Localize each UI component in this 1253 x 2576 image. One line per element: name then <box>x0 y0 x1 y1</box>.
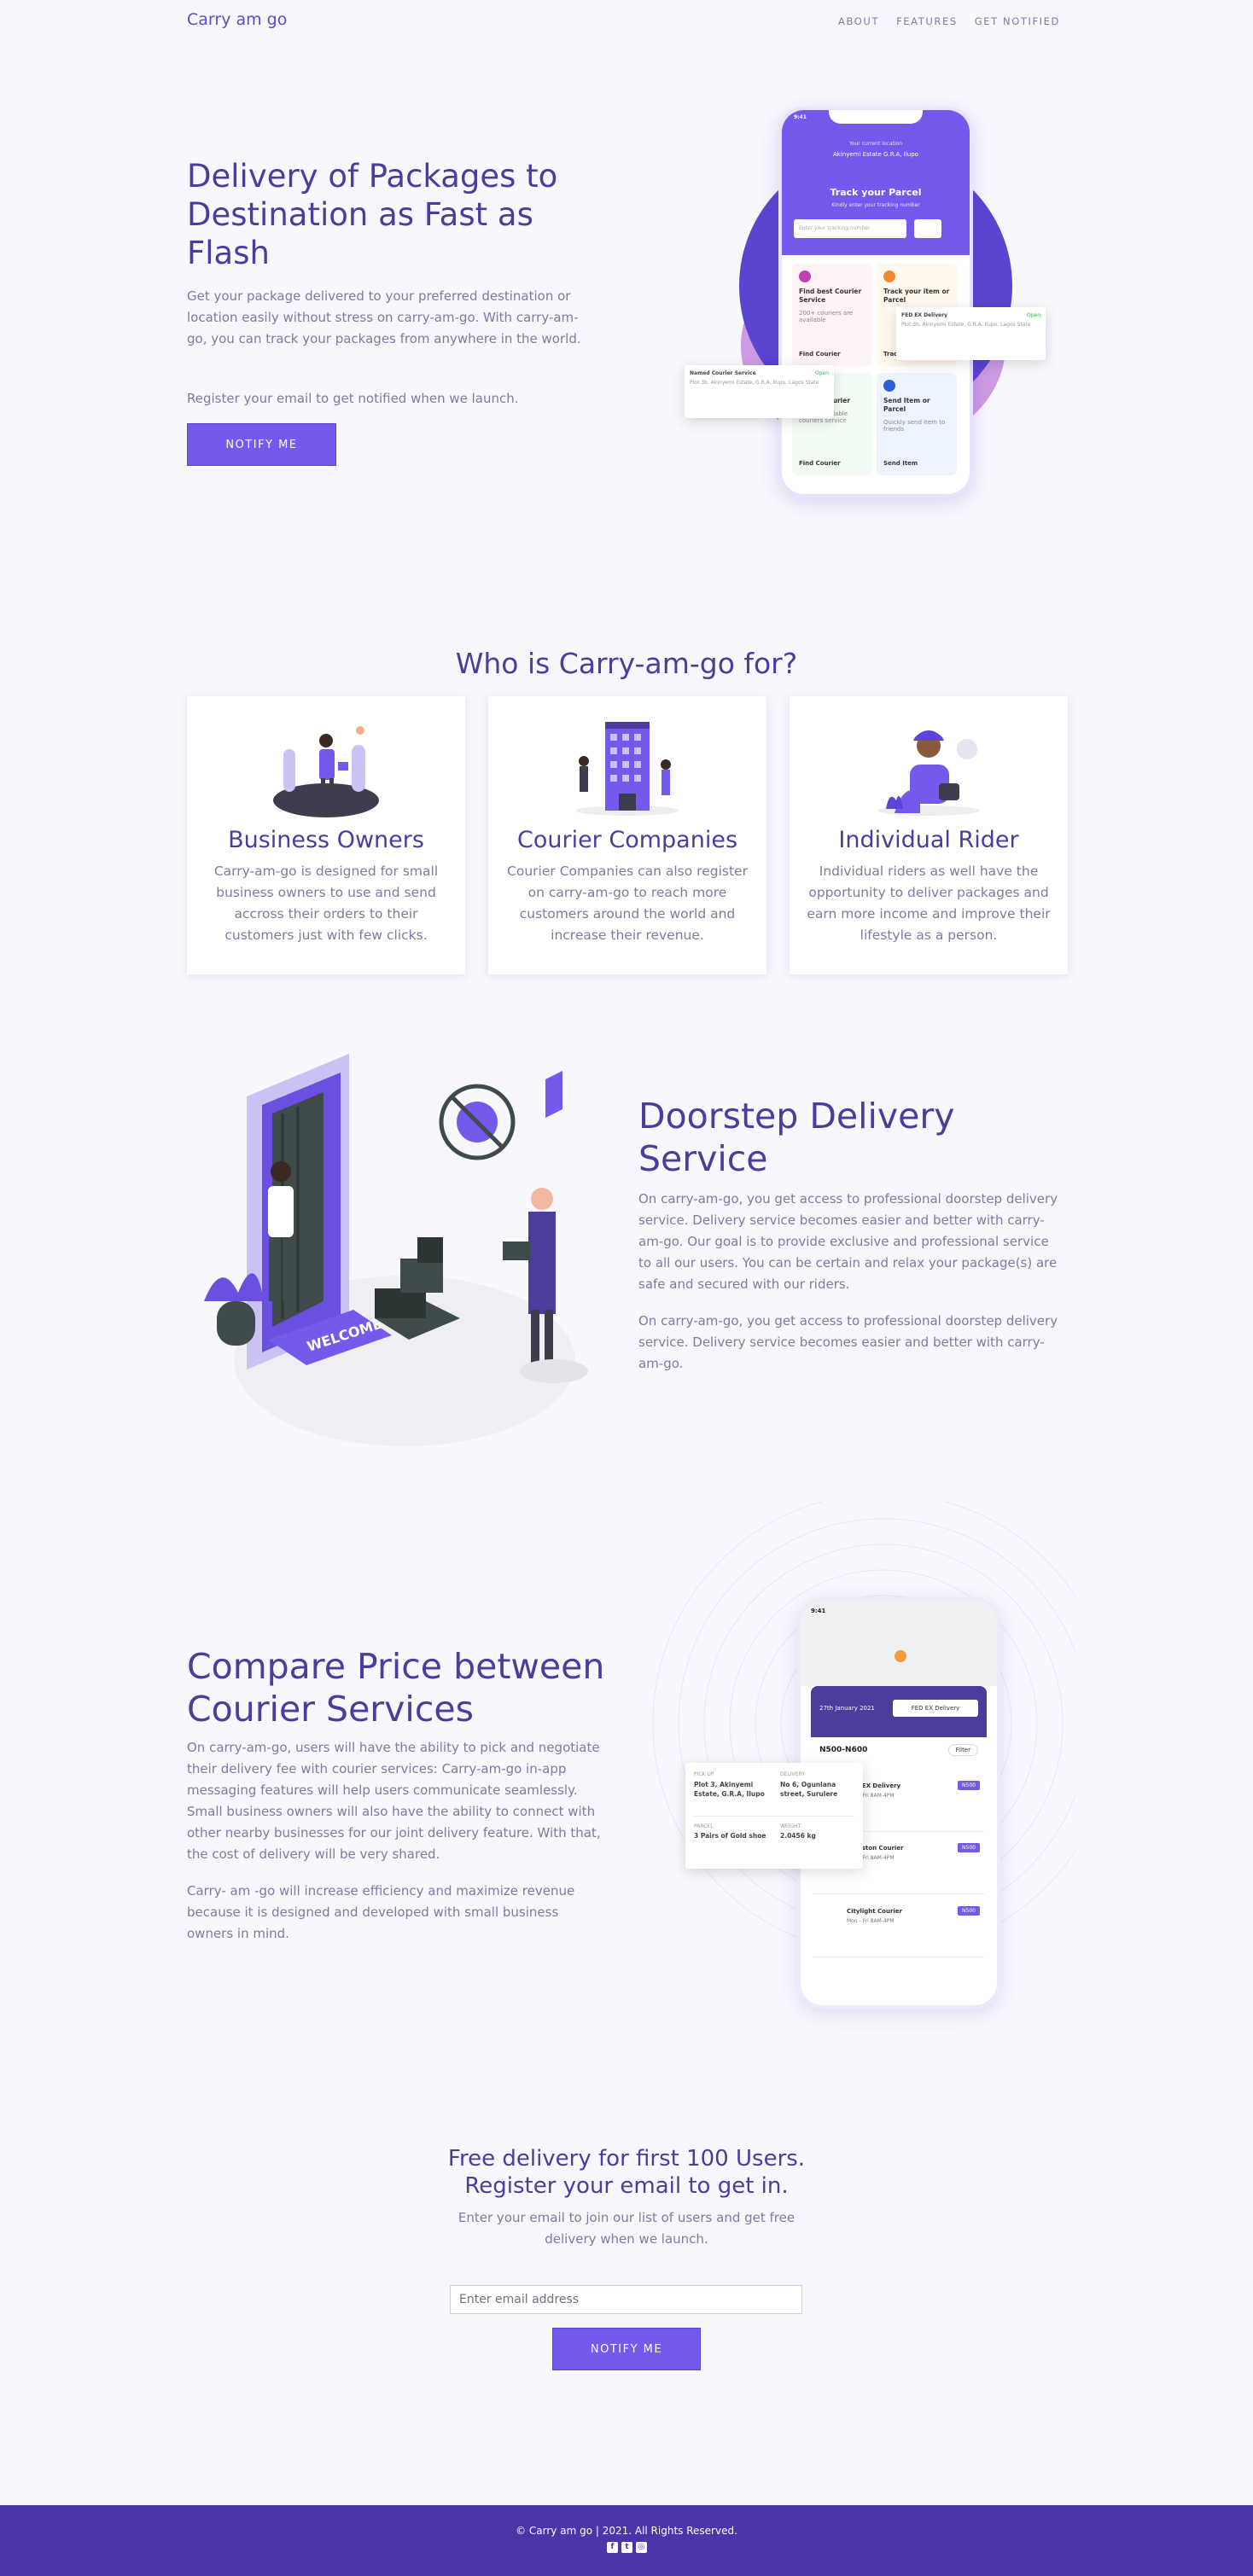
signup-subtext: Enter your email to join our list of use… <box>457 2210 796 2247</box>
instagram-icon[interactable]: ◎ <box>636 2542 647 2553</box>
service-selector: 27th January 2021 FED EX Delivery <box>811 1686 987 1737</box>
courier-card-named: Named Courier Service Open Plot 3b, Akin… <box>685 365 834 418</box>
map-view: 9:41 <box>801 1601 997 1686</box>
phone-time: 9:41 <box>794 114 807 120</box>
card-individual-rider: Individual Rider Individual riders as we… <box>790 696 1068 974</box>
doorstep-paragraph-2: On carry-am-go, you get access to profes… <box>638 1313 1058 1371</box>
card-title: Courier Companies <box>516 827 738 853</box>
nav-about[interactable]: ABOUT <box>838 15 879 27</box>
card-text: Individual riders as well have the oppor… <box>807 864 1051 943</box>
card-title: Individual Rider <box>838 827 1019 853</box>
phone-tracking-input: Enter your tracking number <box>794 219 906 238</box>
filter-button: Filter <box>947 1744 978 1756</box>
phone-subtitle: Kindly enter your tracking number <box>831 202 920 208</box>
signup-title-line-2: Register your email to get in. <box>464 2173 789 2199</box>
signup-notify-button[interactable]: NOTIFY ME <box>552 2328 701 2370</box>
card-text: Carry-am-go is designed for small busine… <box>213 864 439 943</box>
rider-illustration <box>877 730 980 816</box>
card-courier-companies: Courier Companies Courier Companies can … <box>488 696 766 974</box>
delivery-detail-card: PICK UP Plot 3, Akinyemi Estate, G.R.A, … <box>685 1763 863 1869</box>
card-text: Courier Companies can also register on c… <box>507 864 748 943</box>
phone-location: Akinyemi Estate G.R.A, Ilupo <box>833 151 918 158</box>
courier-card-fedex: FED EX Delivery Open Plot 3b, Akinyemi E… <box>896 307 1046 360</box>
courier-company-illustration <box>576 722 679 816</box>
card-title: Business Owners <box>228 827 424 853</box>
who-section-title: Who is Carry-am-go for? <box>455 647 798 680</box>
social-links: f t ◎ <box>607 2542 647 2553</box>
doorstep-delivery-illustration: WELCOME <box>204 1054 588 1446</box>
facebook-icon[interactable]: f <box>607 2542 618 2553</box>
doorstep-paragraph-1: On carry-am-go, you get access to profes… <box>638 1191 1058 1292</box>
twitter-icon[interactable]: t <box>621 2542 632 2553</box>
footer <box>0 2505 1253 2576</box>
brand-logo[interactable]: Carry am go <box>187 10 287 29</box>
signup-title: Free delivery for first 100 Users. Regis… <box>0 2145 1253 2200</box>
card-business-owners: Business Owners Carry-am-go is designed … <box>187 696 465 974</box>
hero-notify-button[interactable]: NOTIFY ME <box>187 423 336 466</box>
compare-title: Compare Price between Courier Services <box>187 1646 605 1730</box>
hero-title: Delivery of Packages to Destination as F… <box>187 158 558 271</box>
phone-title: Track your Parcel <box>830 187 922 198</box>
business-owner-illustration <box>273 726 379 817</box>
compare-paragraph-1: On carry-am-go, users will have the abil… <box>187 1740 601 1862</box>
email-input[interactable] <box>450 2285 802 2314</box>
main-nav: ABOUT FEATURES GET NOTIFIED <box>838 15 1060 27</box>
tile-send-item: Send Item or Parcel Quickly send item to… <box>877 373 957 475</box>
nav-get-notified[interactable]: GET NOTIFIED <box>975 15 1060 27</box>
map-pin-icon <box>895 1650 906 1662</box>
hero-phone-mockup: 9:41 Your current location Akinyemi Esta… <box>778 107 973 497</box>
tile-find-courier: Find best Courier Service 200+ couriers … <box>792 264 872 366</box>
price-range: N500-N600 <box>819 1746 868 1754</box>
courier-list-item: Citylight Courier N500 Mon - Fri 8AM-4PM <box>813 1901 985 1957</box>
nav-features[interactable]: FEATURES <box>896 15 958 27</box>
footer-copyright: © Carry am go | 2021. All Rights Reserve… <box>516 2525 737 2537</box>
doorstep-title: Doorstep Delivery Service <box>638 1096 955 1179</box>
hero-description: Get your package delivered to your prefe… <box>187 288 581 346</box>
hero-subtext: Register your email to get notified when… <box>187 391 519 406</box>
scan-icon <box>914 219 941 238</box>
phone-location-label: Your current location <box>848 141 903 147</box>
compare-paragraph-2: Carry- am -go will increase efficiency a… <box>187 1883 575 1941</box>
signup-title-line-1: Free delivery for first 100 Users. <box>447 2146 806 2172</box>
